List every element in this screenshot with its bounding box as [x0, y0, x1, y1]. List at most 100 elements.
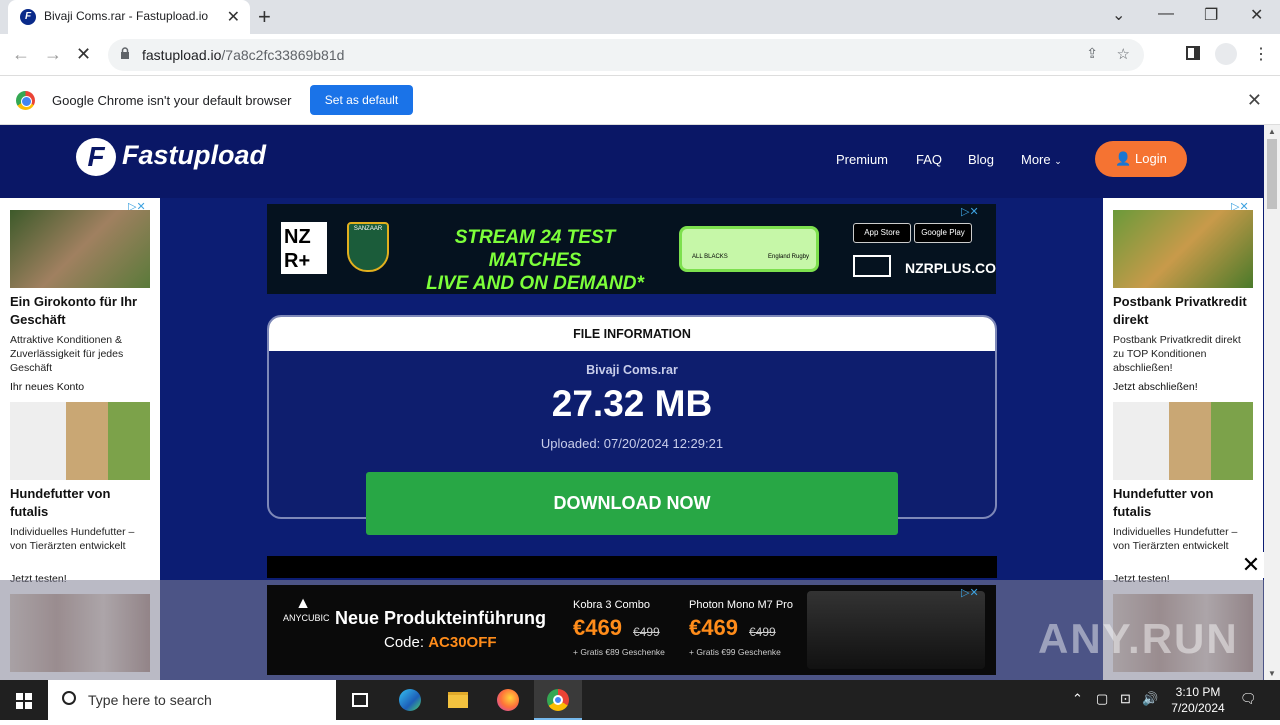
- product-2-price: €469: [689, 615, 738, 640]
- close-window-icon[interactable]: ✕: [1250, 5, 1263, 25]
- side-panel-icon[interactable]: [1186, 46, 1200, 60]
- nav-blog[interactable]: Blog: [968, 152, 994, 167]
- tab-close-icon[interactable]: ✕: [227, 7, 240, 27]
- back-icon[interactable]: ←: [12, 44, 30, 65]
- url-text: fastupload.io/7a8c2fc33869b81d: [142, 47, 344, 63]
- product-2-name: Photon Mono M7 Pro: [689, 599, 793, 611]
- user-icon: 👤: [1115, 151, 1132, 166]
- taskbar-search-box[interactable]: Type here to search: [48, 680, 336, 720]
- ad-headline: Hundefutter von futalis: [10, 486, 111, 519]
- system-clock[interactable]: 3:10 PM 7/20/2024: [1162, 684, 1234, 716]
- file-size: 27.32 MB: [551, 383, 713, 424]
- share-icon[interactable]: ⇪: [1086, 45, 1098, 62]
- nav-premium[interactable]: Premium: [836, 152, 888, 167]
- nav-more[interactable]: More ⌄: [1021, 152, 1062, 167]
- bookmark-star-icon[interactable]: ☆: [1117, 45, 1130, 63]
- promo-code: Code: AC30OFF: [384, 634, 497, 651]
- tab-active[interactable]: F Bivaji Coms.rar - Fastupload.io ✕: [8, 0, 250, 34]
- new-tab-icon[interactable]: +: [258, 4, 271, 30]
- tab-strip: F Bivaji Coms.rar - Fastupload.io ✕ + ⌄ …: [0, 0, 1280, 34]
- logo-text: Fastupload: [122, 140, 267, 170]
- start-button[interactable]: [0, 680, 48, 720]
- upload-date: Uploaded: 07/20/2024 12:29:21: [540, 436, 724, 451]
- logo-mark-icon: F: [76, 138, 116, 176]
- anyrun-watermark: ANY.RUN: [1038, 615, 1239, 662]
- chrome-logo-icon: [16, 91, 35, 110]
- adchoices-icon[interactable]: ▷✕: [961, 586, 979, 599]
- ad-site-url: NZRPLUS.COM: [905, 260, 996, 276]
- file-explorer-icon[interactable]: [434, 680, 482, 720]
- network-icon[interactable]: ⊡: [1120, 691, 1131, 707]
- fastupload-favicon-icon: F: [20, 9, 36, 25]
- promo-code-value: AC30OFF: [428, 634, 497, 651]
- menu-kebab-icon[interactable]: ⋮: [1253, 44, 1269, 64]
- chrome-center: [553, 695, 563, 705]
- file-name: Bivaji Coms.rar: [586, 363, 678, 377]
- folder-glyph: [448, 692, 468, 708]
- login-label: Login: [1135, 151, 1167, 166]
- ad-text: Postbank Privatkredit direkt zu TOP Kond…: [1113, 334, 1241, 374]
- login-button[interactable]: 👤 Login: [1095, 141, 1187, 177]
- product-1-old-price: €499: [633, 625, 660, 639]
- stop-loading-icon[interactable]: ✕: [76, 44, 91, 65]
- ad-headline-line1: STREAM 24 TEST MATCHES: [454, 227, 616, 271]
- tray-device-icon[interactable]: ▢: [1096, 691, 1108, 707]
- ad-text: Attraktive Konditionen & Zuverlässigkeit…: [10, 334, 124, 374]
- edge-glyph: [399, 689, 421, 711]
- ad-headline: Hundefutter von futalis: [1113, 486, 1214, 519]
- infobar-close-icon[interactable]: ✕: [1247, 90, 1262, 111]
- app-store-badge[interactable]: App Store: [853, 223, 911, 243]
- search-icon: [62, 691, 76, 705]
- ad-headline: Neue Produkteinführung: [335, 608, 546, 628]
- chrome-taskbar-icon[interactable]: [534, 680, 582, 720]
- product-2-gift: + Gratis €99 Geschenke: [689, 647, 781, 657]
- shield-label: SANZAAR: [353, 226, 383, 232]
- tab-title: Bivaji Coms.rar - Fastupload.io: [44, 9, 209, 23]
- close-ad-icon[interactable]: ✕: [1238, 552, 1264, 578]
- search-placeholder: Type here to search: [88, 692, 212, 708]
- tray-chevron-icon[interactable]: ⌃: [1072, 691, 1083, 707]
- anycubic-ad[interactable]: ▲ ANYCUBIC Neue Produkteinführung Code: A…: [267, 585, 996, 675]
- ad-headline: Ein Girokonto für Ihr Geschäft: [10, 294, 138, 327]
- scroll-up-icon[interactable]: ▲: [1268, 127, 1276, 136]
- tv-icon: [853, 255, 891, 277]
- scroll-down-icon[interactable]: ▼: [1268, 669, 1276, 678]
- task-view-icon[interactable]: [336, 680, 384, 720]
- windows-taskbar: Type here to search ⌃ ▢ ⊡ 🔊 3:10 PM 7/20/…: [0, 680, 1280, 720]
- url-path: /7a8c2fc33869b81d: [221, 47, 345, 63]
- ad-image-florist: [10, 210, 150, 288]
- set-as-default-button[interactable]: Set as default: [310, 85, 413, 115]
- product-1-price: €469: [573, 615, 622, 640]
- default-browser-infobar: Google Chrome isn't your default browser…: [0, 76, 1280, 125]
- windows-logo-icon: [16, 693, 32, 709]
- volume-icon[interactable]: 🔊: [1142, 691, 1158, 707]
- page-scrollbar[interactable]: ▲ ▼: [1264, 125, 1280, 680]
- minimize-icon[interactable]: —: [1158, 5, 1174, 23]
- nzr-plus-logo: NZ R+: [281, 222, 327, 274]
- anycubic-brand: ANYCUBIC: [283, 613, 330, 623]
- forward-icon[interactable]: →: [44, 44, 62, 65]
- nav-faq[interactable]: FAQ: [916, 152, 942, 167]
- address-bar[interactable]: fastupload.io/7a8c2fc33869b81d ☆ ⇪: [108, 39, 1144, 71]
- ad-link[interactable]: Ihr neues Konto: [10, 381, 84, 393]
- scrollbar-thumb[interactable]: [1267, 139, 1277, 209]
- ad-link[interactable]: Jetzt abschließen!: [1113, 381, 1198, 393]
- notifications-icon[interactable]: 🗨: [1240, 691, 1257, 707]
- adchoices-icon[interactable]: ▷✕: [961, 205, 979, 218]
- printer-image: [807, 591, 985, 669]
- download-now-button[interactable]: DOWNLOAD NOW: [366, 472, 898, 535]
- firefox-icon[interactable]: [484, 680, 532, 720]
- top-banner-ad[interactable]: NZ R+ SANZAAR STREAM 24 TEST MATCHES LIVE…: [267, 204, 996, 294]
- google-play-badge[interactable]: Google Play: [914, 223, 972, 243]
- task-view-glyph: [352, 693, 368, 707]
- page-viewport: F Fastupload Premium FAQ Blog More ⌄ 👤 L…: [0, 125, 1264, 680]
- restore-icon[interactable]: ❐: [1204, 5, 1218, 25]
- profile-avatar-icon[interactable]: [1215, 43, 1237, 65]
- tab-search-icon[interactable]: ⌄: [1112, 5, 1125, 25]
- team-2-label: England Rugby: [768, 254, 810, 260]
- ad-placeholder: [267, 556, 997, 578]
- match-graphic: ALL BLACKS England Rugby: [679, 226, 819, 272]
- file-info-header: FILE INFORMATION: [269, 317, 995, 351]
- sanzaar-shield-icon: SANZAAR: [347, 222, 389, 272]
- edge-icon[interactable]: [386, 680, 434, 720]
